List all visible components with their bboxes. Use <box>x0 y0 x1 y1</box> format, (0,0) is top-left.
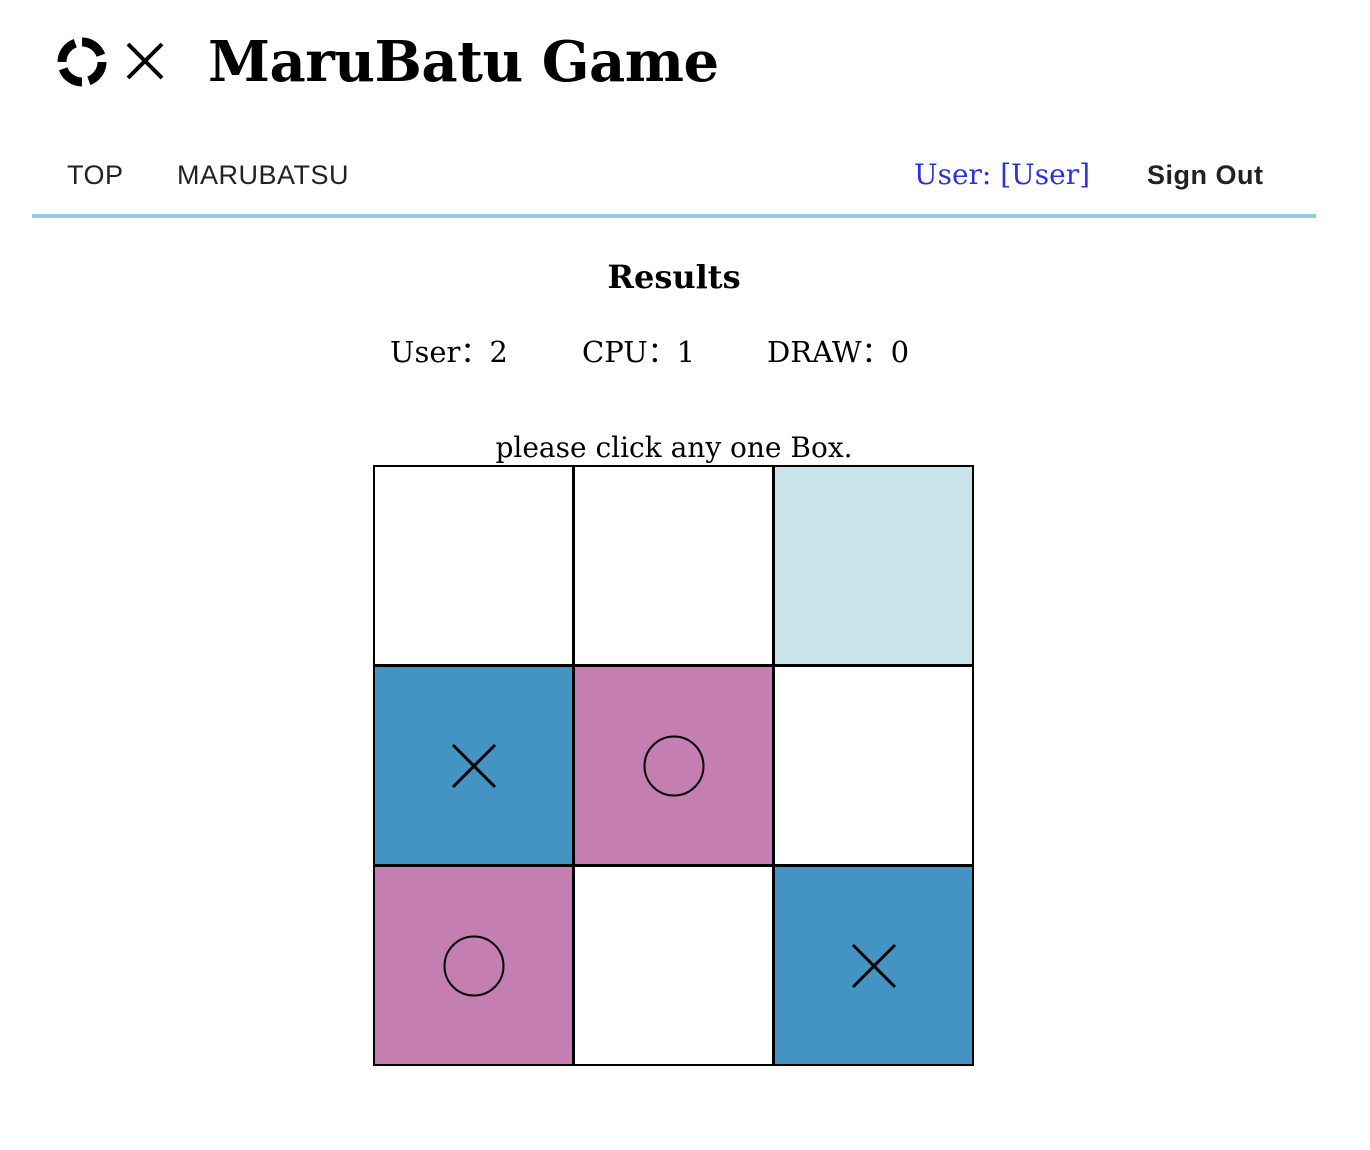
board-cell-8[interactable] <box>573 865 774 1066</box>
page-title: MaruBatu Game <box>208 29 719 95</box>
board-cell-2[interactable] <box>573 465 774 666</box>
board-cell-7[interactable] <box>373 865 574 1066</box>
board-cell-6[interactable] <box>773 665 974 866</box>
board-cell-3[interactable] <box>773 465 974 666</box>
score-cpu: CPU：1 <box>582 335 696 369</box>
nav-link-top[interactable]: TOP <box>67 160 124 191</box>
maru-batsu-logo-icon <box>57 37 164 87</box>
board-cell-9[interactable] <box>773 865 974 1066</box>
maru-icon <box>443 935 504 996</box>
board-cell-5[interactable] <box>573 665 774 866</box>
board-cell-4[interactable] <box>373 665 574 866</box>
user-link[interactable]: User: [User] <box>914 158 1090 191</box>
maru-icon <box>643 735 704 796</box>
nav-link-marubatsu[interactable]: MARUBATSU <box>177 160 349 191</box>
game-board <box>373 465 974 1066</box>
sign-out-link[interactable]: Sign Out <box>1147 160 1263 191</box>
batsu-icon <box>451 743 496 788</box>
instruction-text: please click any one Box. <box>495 431 853 464</box>
board-cell-1[interactable] <box>373 465 574 666</box>
batsu-icon <box>851 943 896 988</box>
score-draw: DRAW：0 <box>767 335 910 369</box>
score-user: User：2 <box>390 335 508 369</box>
main-nav: TOP MARUBATSU User: [User] Sign Out <box>32 150 1316 218</box>
results-heading: Results <box>607 258 741 296</box>
